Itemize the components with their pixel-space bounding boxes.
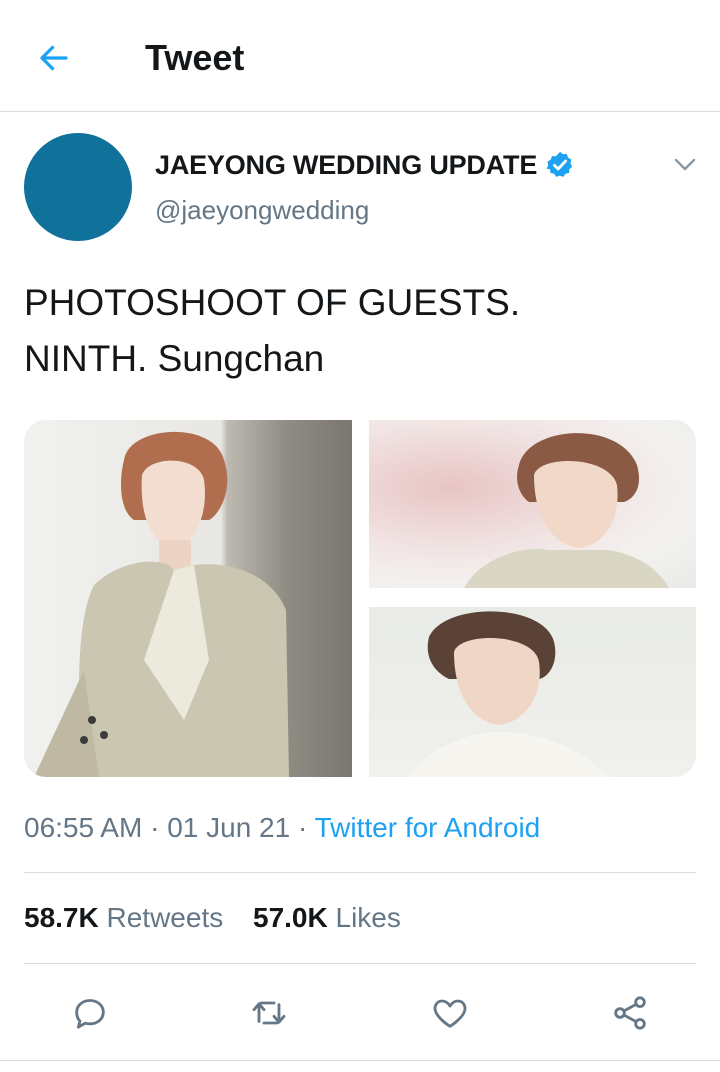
like-button[interactable]	[428, 991, 472, 1035]
portrait-illustration	[34, 431, 289, 777]
retweets-count: 58.7K	[24, 902, 99, 933]
verified-badge-icon	[546, 151, 573, 177]
retweet-icon	[252, 1001, 286, 1025]
retweets-label: Retweets	[106, 902, 224, 933]
likes-count: 57.0K	[253, 902, 328, 933]
top-bar: Tweet	[0, 0, 720, 112]
share-icon	[614, 996, 646, 1030]
meta-separator: ·	[297, 812, 308, 843]
divider	[24, 963, 696, 964]
user-handle[interactable]: @jaeyongwedding	[155, 195, 575, 226]
display-name[interactable]: JAEYONG WEDDING UPDATE	[155, 150, 537, 181]
retweet-button[interactable]	[247, 991, 291, 1035]
photo-3[interactable]	[369, 607, 696, 777]
tweet-meta: 06:55 AM · 01 Jun 21 · Twitter for Andro…	[24, 808, 540, 848]
back-button[interactable]	[30, 36, 78, 80]
tweet-actions	[0, 985, 720, 1041]
tweet-date: 01 Jun 21	[167, 812, 291, 843]
heart-icon	[433, 999, 467, 1028]
tweet-stats: 58.7K Retweets 57.0K Likes	[24, 898, 423, 938]
meta-separator: ·	[150, 812, 160, 843]
reply-icon	[75, 999, 105, 1029]
photo-2[interactable]	[369, 420, 696, 588]
divider	[0, 1060, 720, 1061]
tweet-text: PHOTOSHOOT OF GUESTS. NINTH. Sungchan	[24, 275, 684, 387]
likes-stat[interactable]: 57.0K Likes	[253, 898, 401, 938]
tweet-text-line: NINTH. Sungchan	[24, 338, 325, 379]
tweet-text-line: PHOTOSHOOT OF GUESTS.	[24, 282, 521, 323]
page-title: Tweet	[145, 37, 245, 78]
chevron-down-icon[interactable]	[670, 152, 700, 176]
author-block: JAEYONG WEDDING UPDATE @jaeyongwedding	[155, 145, 575, 226]
portrait-illustration	[464, 433, 669, 588]
tweet-source-link[interactable]: Twitter for Android	[315, 812, 541, 843]
media-grid	[24, 420, 696, 777]
likes-label: Likes	[335, 902, 401, 933]
share-button[interactable]	[608, 991, 652, 1035]
divider	[24, 872, 696, 873]
photo-1[interactable]	[24, 420, 352, 777]
retweets-stat[interactable]: 58.7K Retweets	[24, 898, 223, 938]
portrait-illustration	[409, 611, 609, 777]
reply-button[interactable]	[68, 991, 112, 1035]
avatar[interactable]	[24, 133, 132, 241]
arrow-left-icon	[40, 45, 68, 71]
tweet-time: 06:55 AM	[24, 812, 143, 843]
